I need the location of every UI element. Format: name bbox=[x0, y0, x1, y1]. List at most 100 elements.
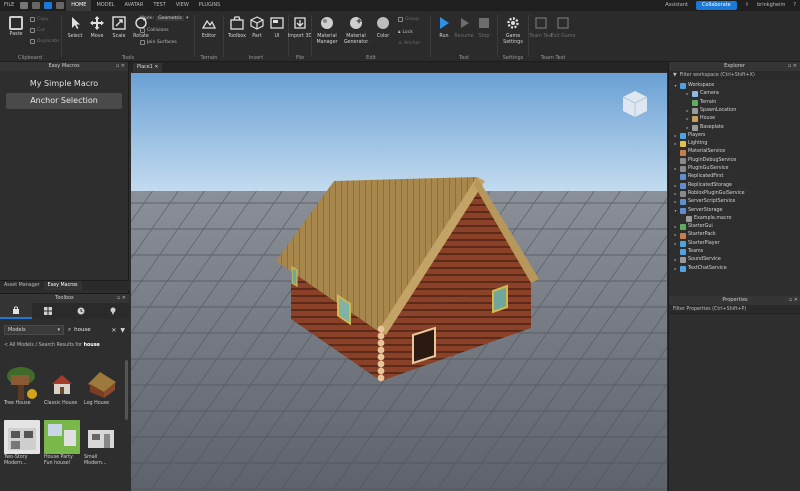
explorer-item-terrain[interactable]: Terrain bbox=[685, 99, 716, 107]
join-surfaces-checkbox[interactable] bbox=[140, 40, 145, 45]
tab-avatar[interactable]: AVATAR bbox=[120, 0, 149, 11]
explorer-item-pluginguiservice[interactable]: ▸ PluginGuiService bbox=[673, 165, 729, 173]
help-icon[interactable]: ? bbox=[789, 0, 800, 11]
explorer-item-baseplate[interactable]: ▸ Baseplate bbox=[685, 124, 724, 132]
material-generator-button[interactable]: Material Generator bbox=[343, 16, 369, 45]
explorer-item-textchatservice[interactable]: ▸ TextChatService bbox=[673, 265, 727, 273]
explorer-item-starterpack[interactable]: ▸ StarterPack bbox=[673, 231, 716, 239]
tab-model[interactable]: MODEL bbox=[91, 0, 119, 11]
explorer-item-materialservice[interactable]: MaterialService bbox=[673, 148, 725, 156]
explorer-item-teams[interactable]: Teams bbox=[673, 248, 703, 256]
expand-right-icon[interactable]: ▸ bbox=[673, 165, 678, 173]
expand-down-icon[interactable]: ▾ bbox=[673, 207, 678, 215]
filter-icon[interactable]: ▼ bbox=[120, 327, 125, 334]
lock-button[interactable]: 🔒︎ Lock bbox=[398, 29, 413, 36]
expand-right-icon[interactable]: ▸ bbox=[673, 132, 678, 140]
expand-right-icon[interactable]: ▸ bbox=[685, 90, 690, 98]
marketplace-tab[interactable] bbox=[0, 303, 33, 319]
explorer-item-camera[interactable]: ▸ Camera bbox=[685, 90, 719, 98]
terrain-editor-button[interactable]: Editor bbox=[196, 16, 222, 40]
tab-view[interactable]: VIEW bbox=[171, 0, 194, 11]
model-result-house-party[interactable]: House Party Fun house! bbox=[44, 420, 80, 466]
anchor-button[interactable]: ⚓︎ Anchor bbox=[398, 41, 420, 46]
tab-test[interactable]: TEST bbox=[148, 0, 170, 11]
properties-filter-input[interactable]: Filter Properties (Ctrl+Shift+P) bbox=[669, 305, 800, 314]
exit-game-button[interactable]: Exit Game bbox=[550, 16, 576, 40]
play-icon[interactable] bbox=[44, 2, 53, 9]
explorer-item-starterplayer[interactable]: ▸ StarterPlayer bbox=[673, 240, 720, 248]
import-3d-button[interactable]: Import 3D bbox=[287, 16, 313, 40]
model-result-classic-house[interactable]: Classic House bbox=[44, 366, 80, 407]
expand-right-icon[interactable]: ▸ bbox=[673, 140, 678, 148]
expand-right-icon[interactable]: ▸ bbox=[685, 124, 690, 132]
tab-home[interactable]: HOME bbox=[66, 0, 92, 11]
explorer-item-players[interactable]: ▸ Players bbox=[673, 132, 705, 140]
explorer-item-serverscriptservice[interactable]: ▸ ServerScriptService bbox=[673, 198, 735, 206]
username[interactable]: brinkgheim bbox=[753, 0, 789, 11]
collaborate-button[interactable]: Collaborate bbox=[695, 1, 737, 10]
close-icon[interactable]: ▫ ✕ bbox=[789, 296, 798, 305]
tab-plugins[interactable]: PLUGINS bbox=[194, 0, 225, 11]
model-result-small-modern[interactable]: Small Modern... bbox=[84, 420, 120, 466]
material-manager-button[interactable]: Material Manager bbox=[314, 16, 340, 45]
expand-right-icon[interactable]: ▸ bbox=[673, 198, 678, 206]
toolbox-scrollbar[interactable] bbox=[125, 360, 128, 420]
3d-viewport[interactable] bbox=[131, 73, 667, 491]
explorer-item-workspace[interactable]: ▾ Workspace bbox=[673, 82, 714, 90]
explorer-item-lighting[interactable]: ▸ Lighting bbox=[673, 140, 707, 148]
expand-right-icon[interactable]: ▸ bbox=[673, 265, 678, 273]
anchor-selection-button[interactable]: Anchor Selection bbox=[6, 93, 122, 109]
stop-button[interactable]: Stop bbox=[471, 16, 497, 40]
close-icon[interactable]: ▫ ✕ bbox=[117, 294, 126, 303]
cut-button[interactable]: Cut bbox=[30, 28, 45, 33]
undo-icon[interactable] bbox=[32, 2, 41, 9]
collisions-checkbox[interactable] bbox=[140, 28, 145, 33]
game-settings-button[interactable]: Game Settings bbox=[500, 16, 526, 45]
expand-right-icon[interactable]: ▸ bbox=[673, 240, 678, 248]
clear-icon[interactable]: ✕ bbox=[111, 327, 116, 334]
explorer-item-spawnlocation[interactable]: ▸ SpawnLocation bbox=[685, 107, 736, 115]
breadcrumb[interactable]: < All Models / Search Results for house bbox=[0, 343, 129, 348]
color-button[interactable]: Color bbox=[370, 16, 396, 40]
join-surfaces-toggle[interactable]: Join Surfaces bbox=[140, 40, 177, 45]
inventory-tab[interactable] bbox=[32, 303, 64, 319]
creations-tab[interactable] bbox=[97, 303, 129, 319]
save-icon[interactable] bbox=[20, 2, 29, 9]
explorer-item-plugindebugservice[interactable]: PluginDebugService bbox=[673, 157, 736, 165]
expand-right-icon[interactable]: ▸ bbox=[673, 190, 678, 198]
expand-right-icon[interactable]: ▸ bbox=[685, 107, 690, 115]
close-icon[interactable]: ▫ ✕ bbox=[788, 62, 797, 71]
tab-place1[interactable]: Place1 ✕ bbox=[133, 63, 163, 72]
mode-select[interactable]: Geometric bbox=[156, 16, 185, 21]
explorer-item-serverstorage[interactable]: ▾ ServerStorage bbox=[673, 207, 723, 215]
explorer-item-replicatedstorage[interactable]: ▸ ReplicatedStorage bbox=[673, 182, 732, 190]
close-icon[interactable]: ✕ bbox=[154, 65, 158, 70]
explorer-filter-input[interactable]: ▼ Filter workspace (Ctrl+Shift+X) bbox=[669, 71, 800, 80]
explorer-item-startergui[interactable]: ▸ StarterGui bbox=[673, 223, 713, 231]
tab-asset-manager[interactable]: Asset Manager bbox=[0, 281, 44, 290]
expand-right-icon[interactable]: ▸ bbox=[673, 231, 678, 239]
collisions-toggle[interactable]: Collisions bbox=[140, 28, 169, 33]
file-menu[interactable]: FILE bbox=[0, 0, 18, 11]
close-icon[interactable]: ▫ ✕ bbox=[116, 62, 125, 71]
redo-icon[interactable] bbox=[56, 2, 65, 9]
assistant-button[interactable]: Assistant bbox=[661, 0, 692, 11]
expand-right-icon[interactable]: ▸ bbox=[673, 223, 678, 231]
expand-right-icon[interactable]: ▸ bbox=[673, 256, 678, 264]
expand-right-icon[interactable]: ▸ bbox=[685, 115, 690, 123]
expand-right-icon[interactable]: ▸ bbox=[673, 182, 678, 190]
model-result-two-story-modern[interactable]: Two-Story Modern... bbox=[4, 420, 40, 466]
explorer-item-example-macro[interactable]: Example.macro bbox=[679, 215, 731, 223]
share-icon[interactable]: ⇪ bbox=[741, 0, 753, 11]
recent-tab[interactable] bbox=[65, 303, 97, 319]
explorer-item-replicatedfirst[interactable]: ReplicatedFirst bbox=[673, 173, 723, 181]
mode-selector[interactable]: Mode: Geometric ▾ bbox=[140, 16, 188, 21]
group-button[interactable]: Group bbox=[398, 17, 419, 22]
copy-button[interactable]: Copy bbox=[30, 17, 49, 22]
paste-button[interactable]: Paste bbox=[3, 16, 29, 38]
tab-easy-macros[interactable]: Easy Macros bbox=[43, 281, 82, 290]
explorer-item-robloxpluginguiservice[interactable]: ▸ RobloxPluginGuiService bbox=[673, 190, 745, 198]
category-dropdown[interactable]: Models ▾ bbox=[4, 325, 64, 335]
expand-down-icon[interactable]: ▾ bbox=[673, 82, 678, 90]
explorer-item-house[interactable]: ▸ House bbox=[685, 115, 715, 123]
